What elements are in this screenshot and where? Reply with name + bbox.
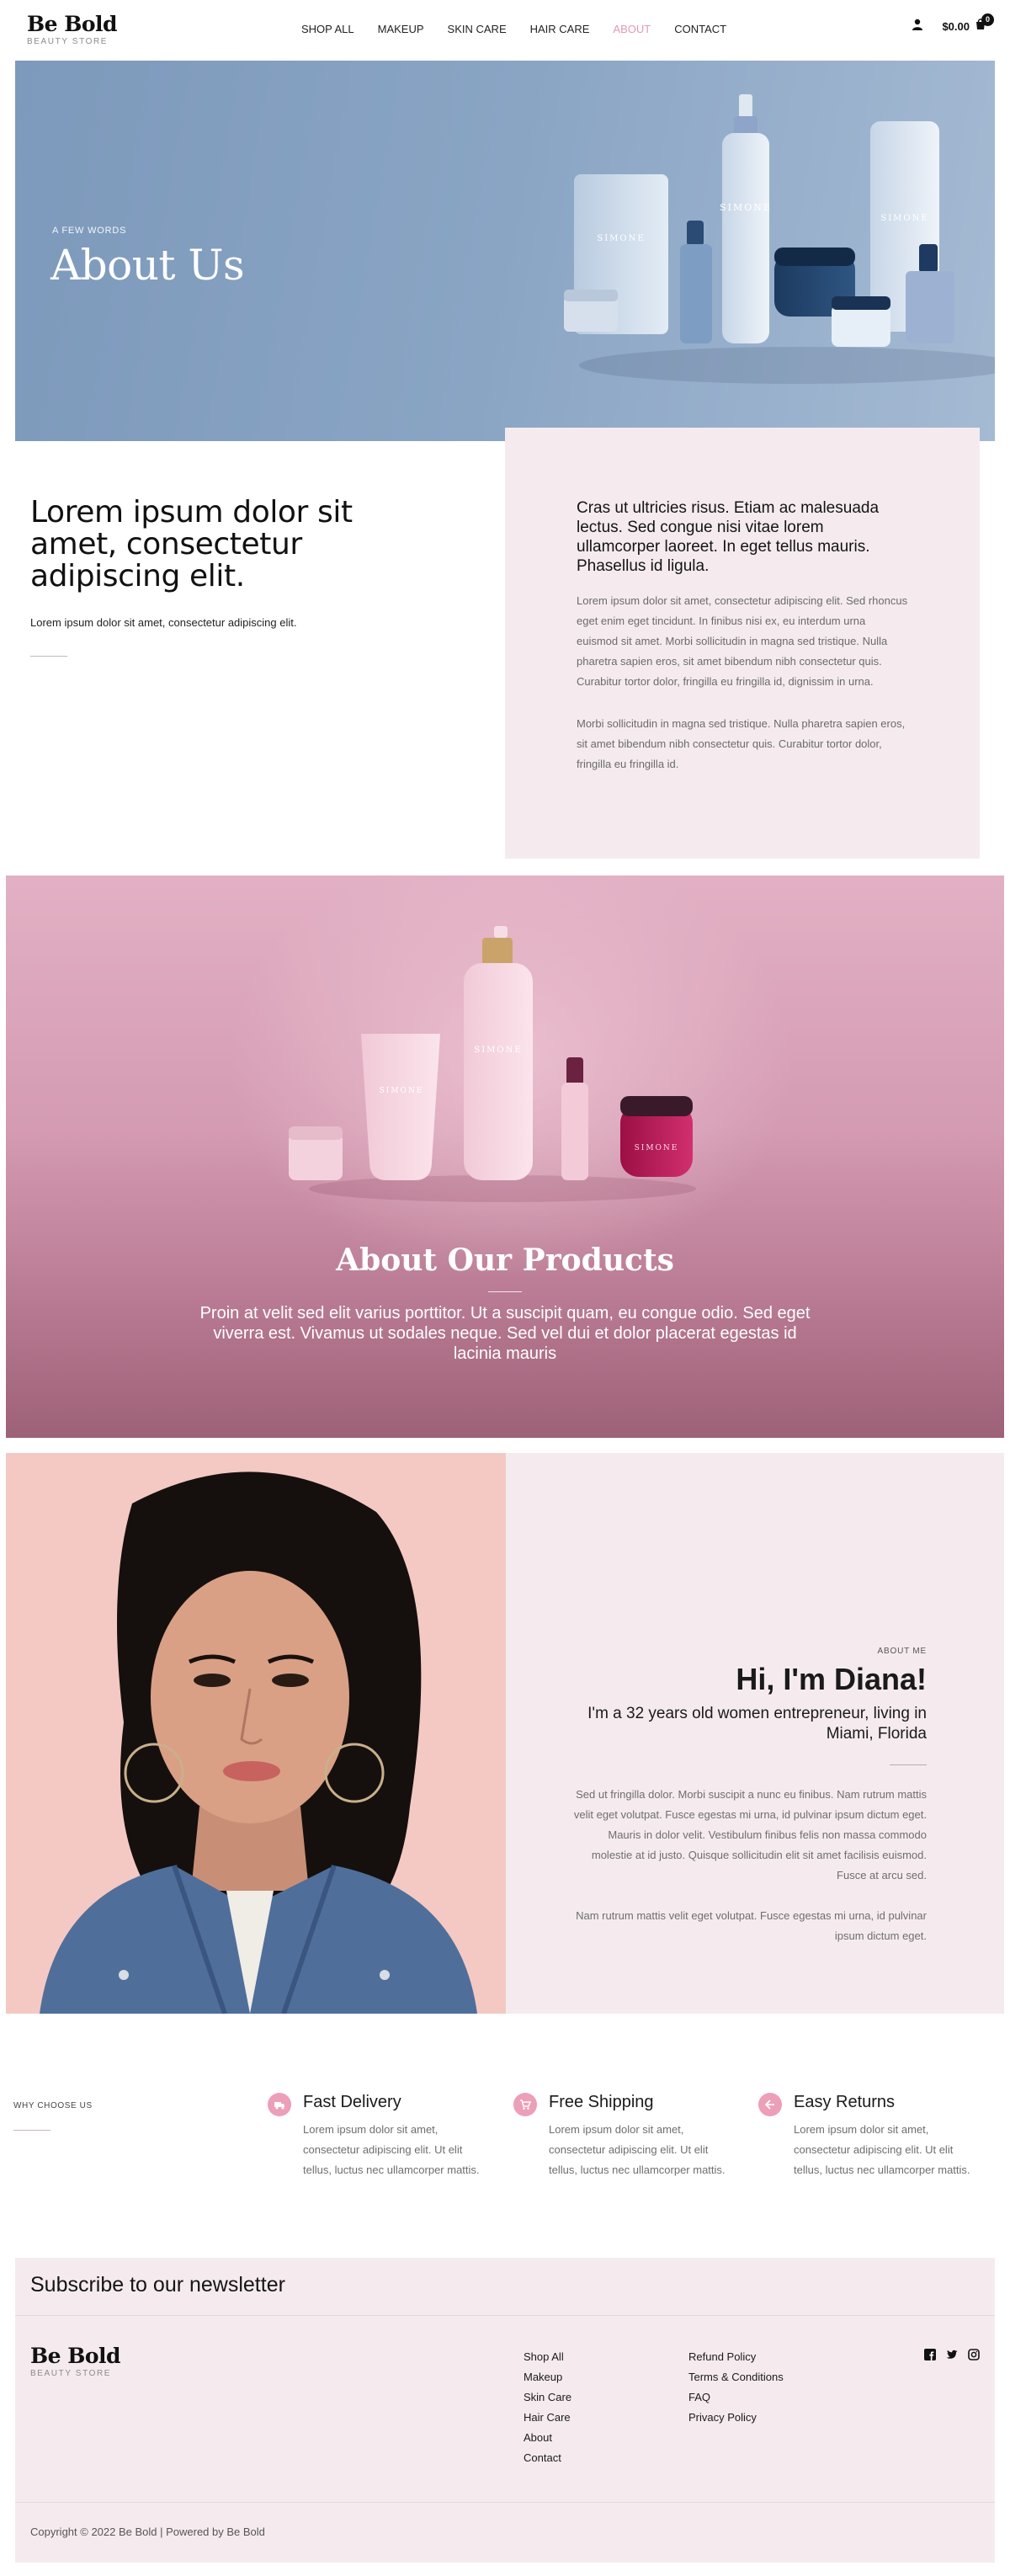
divider <box>890 1764 927 1765</box>
footer-link-faq[interactable]: FAQ <box>688 2387 784 2408</box>
tube-brand-text: SIMONE <box>597 234 645 243</box>
about-me-section: ABOUT ME Hi, I'm Diana! I'm a 32 years o… <box>6 1453 1004 2014</box>
twitter-icon[interactable] <box>946 2349 958 2360</box>
account-icon[interactable] <box>912 19 923 35</box>
footer-link-privacy-policy[interactable]: Privacy Policy <box>688 2408 784 2428</box>
nav-makeup[interactable]: MAKEUP <box>378 23 424 35</box>
about-me-paragraph: Sed ut fringilla dolor. Morbi suscipit a… <box>573 1788 927 1881</box>
bottle-brand-text: SIMONE <box>474 1046 522 1055</box>
footer-shop-links: Shop All Makeup Skin Care Hair Care Abou… <box>524 2347 571 2468</box>
cart-icon <box>513 2093 537 2116</box>
about-products-section: SIMONE SIMONE SIMONE About Our Products … <box>6 876 1004 1438</box>
divider <box>30 656 67 657</box>
divider <box>13 2130 50 2131</box>
page-title: About Us <box>50 241 245 290</box>
intro-card: Cras ut ultricies risus. Etiam ac malesu… <box>505 428 980 859</box>
logo-text: Be Bold <box>27 12 118 36</box>
bottle-brand-text: SIMONE <box>720 202 772 213</box>
nav-contact[interactable]: CONTACT <box>674 23 726 35</box>
cart-count-badge: 0 <box>981 13 994 26</box>
intro-section: Lorem ipsum dolor sit amet, consectetur … <box>30 497 384 657</box>
copyright-text: Copyright © 2022 Be Bold | Powered by Be… <box>30 2525 265 2538</box>
divider <box>15 2315 995 2316</box>
hero-banner: A FEW WORDS About Us SIMONE SIMONE SIMON… <box>15 61 995 441</box>
logo-text: Be Bold <box>30 2344 121 2368</box>
feature-title: Fast Delivery <box>303 2093 401 2111</box>
hero-eyebrow: A FEW WORDS <box>52 226 127 236</box>
tube-right-brand-text: SIMONE <box>880 214 928 223</box>
footer-logo[interactable]: Be Bold BEAUTY STORE <box>30 2344 121 2378</box>
instagram-icon[interactable] <box>968 2349 980 2360</box>
feature-title: Free Shipping <box>549 2093 654 2111</box>
intro-heading: Lorem ipsum dolor sit amet, consectetur … <box>30 495 353 593</box>
logo-subtitle: BEAUTY STORE <box>30 2369 112 2378</box>
header-actions: $0.00 0 <box>912 13 994 35</box>
about-me-title: Hi, I'm Diana! <box>736 1662 927 1696</box>
site-logo[interactable]: Be Bold BEAUTY STORE <box>27 12 118 46</box>
page: Be Bold BEAUTY STORE SHOP ALL MAKEUP SKI… <box>0 0 1010 2576</box>
tube-brand-text: SIMONE <box>380 1087 424 1095</box>
about-me-paragraph-2: Nam rutrum mattis velit eget volutpat. F… <box>576 1909 927 1942</box>
logo-subtitle: BEAUTY STORE <box>27 37 109 46</box>
footer-policy-links: Refund Policy Terms & Conditions FAQ Pri… <box>688 2347 784 2428</box>
feature-text: Lorem ipsum dolor sit amet, consectetur … <box>303 2123 480 2176</box>
nav-skin-care[interactable]: SKIN CARE <box>448 23 507 35</box>
divider <box>15 2502 995 2503</box>
footer-link-terms[interactable]: Terms & Conditions <box>688 2367 784 2387</box>
nav-hair-care[interactable]: HAIR CARE <box>530 23 590 35</box>
products-image: SIMONE SIMONE SIMONE <box>289 926 696 1202</box>
nav-shop-all[interactable]: SHOP ALL <box>301 23 354 35</box>
cart-button[interactable]: $0.00 0 <box>942 13 994 35</box>
site-footer: Subscribe to our newsletter Be Bold BEAU… <box>15 2258 995 2563</box>
hero-products-image: SIMONE SIMONE SIMONE <box>564 94 995 384</box>
delivery-icon <box>268 2093 291 2116</box>
about-me-subtitle: I'm a 32 years old women entrepreneur, l… <box>587 1705 927 1743</box>
feature-text: Lorem ipsum dolor sit amet, consectetur … <box>549 2123 726 2176</box>
intro-card-paragraph: Lorem ipsum dolor sit amet, consectetur … <box>577 594 908 688</box>
why-choose-us-label: WHY CHOOSE US <box>13 2101 93 2110</box>
footer-link-makeup[interactable]: Makeup <box>524 2367 571 2387</box>
products-text: Proin at velit sed elit varius porttitor… <box>199 1304 811 1363</box>
cart-total: $0.00 <box>942 20 970 33</box>
footer-link-about[interactable]: About <box>524 2428 571 2448</box>
portrait-photo <box>6 1453 506 2014</box>
facebook-icon[interactable] <box>924 2349 936 2360</box>
intro-card-lead: Cras ut ultricies risus. Etiam ac malesu… <box>577 499 880 575</box>
main-nav: SHOP ALL MAKEUP SKIN CARE HAIR CARE ABOU… <box>301 23 750 35</box>
newsletter-heading[interactable]: Subscribe to our newsletter <box>30 2273 285 2297</box>
jar-brand-text: SIMONE <box>635 1144 679 1152</box>
feature-title: Easy Returns <box>794 2093 896 2111</box>
footer-link-shop-all[interactable]: Shop All <box>524 2347 571 2367</box>
intro-card-paragraph-2: Morbi sollicitudin in magna sed tristiqu… <box>577 717 906 770</box>
intro-subtext: Lorem ipsum dolor sit amet, consectetur … <box>30 616 297 629</box>
footer-link-skin-care[interactable]: Skin Care <box>524 2387 571 2408</box>
nav-about[interactable]: ABOUT <box>613 23 651 35</box>
products-title: About Our Products <box>336 1243 674 1278</box>
feature-text: Lorem ipsum dolor sit amet, consectetur … <box>794 2123 970 2176</box>
site-header: Be Bold BEAUTY STORE SHOP ALL MAKEUP SKI… <box>0 0 1010 61</box>
divider <box>488 1291 522 1292</box>
footer-link-refund-policy[interactable]: Refund Policy <box>688 2347 784 2367</box>
footer-link-contact[interactable]: Contact <box>524 2448 571 2468</box>
social-links <box>924 2349 980 2360</box>
return-icon <box>758 2093 782 2116</box>
footer-link-hair-care[interactable]: Hair Care <box>524 2408 571 2428</box>
about-me-eyebrow: ABOUT ME <box>877 1647 927 1656</box>
